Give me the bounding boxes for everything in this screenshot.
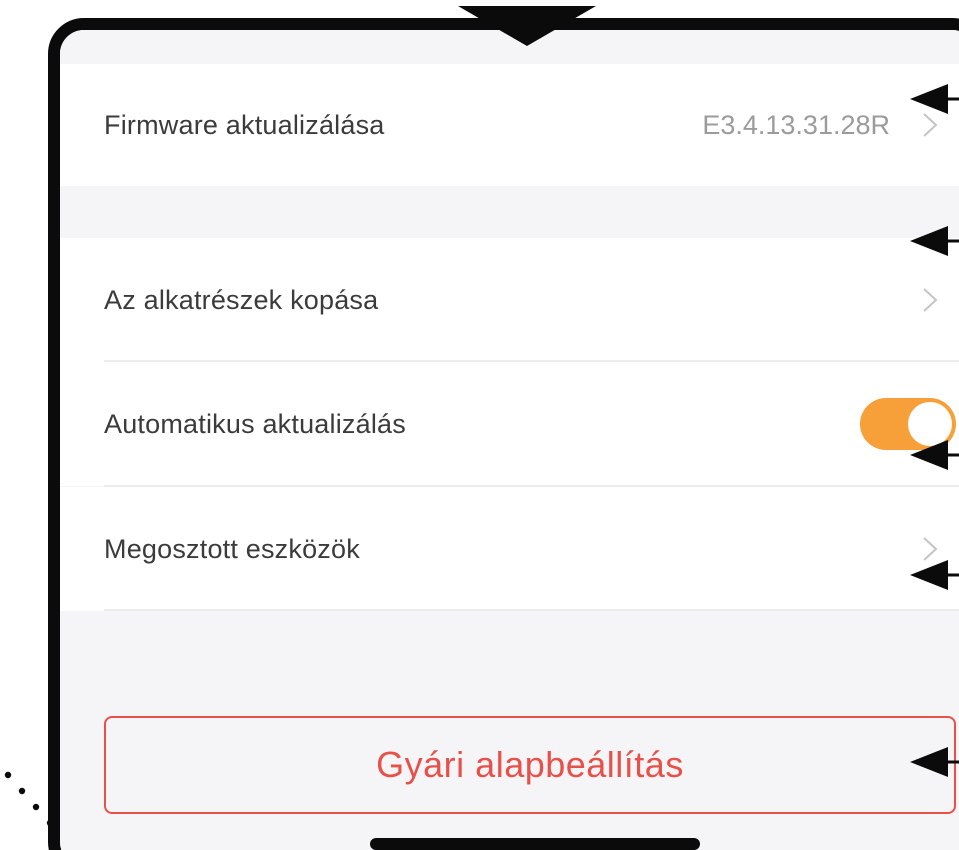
- arrow-left-icon: [910, 226, 959, 256]
- arrow-left-icon: [910, 560, 959, 590]
- arrow-left-icon: [910, 747, 959, 777]
- annotation-overlay: [4, 6, 959, 827]
- dotted-line-decoration: [4, 771, 54, 827]
- arrow-left-icon: [910, 84, 959, 114]
- screenshot-stage: Firmware aktualizálása E3.4.13.31.28R Az…: [0, 0, 959, 850]
- arrow-left-icon: [910, 440, 959, 470]
- down-arrow-icon: [458, 6, 596, 46]
